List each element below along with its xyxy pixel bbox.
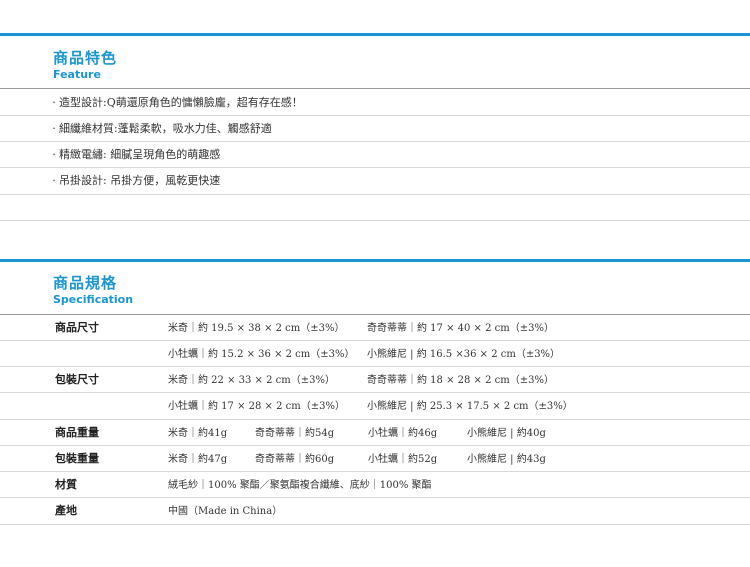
spec-heading: 商品規格 Specification bbox=[53, 274, 133, 307]
spec-cell: 小牡蠣｜約 15.2 × 36 × 2 cm（±3%） bbox=[168, 349, 355, 360]
spec-cell: 小熊維尼 | 約 25.3 × 17.5 × 2 cm（±3%） bbox=[367, 401, 573, 412]
spec-label-material: 材質 bbox=[55, 478, 77, 491]
spec-cell: 奇奇蒂蒂｜約54g bbox=[255, 428, 335, 439]
feature-item: · 細纖維材質:蓬鬆柔軟，吸水力佳、觸感舒適 bbox=[52, 122, 272, 135]
spec-cell: 絨毛紗｜100% 聚酯／聚氨酯複合纖維、底紗｜100% 聚酯 bbox=[168, 480, 432, 491]
divider bbox=[0, 141, 750, 142]
feature-top-bar bbox=[0, 33, 750, 36]
feature-subtitle: Feature bbox=[53, 68, 101, 81]
spec-cell: 小牡蠣｜約46g bbox=[368, 428, 438, 439]
feature-item: · 吊掛設計: 吊掛方便，風乾更快速 bbox=[52, 174, 221, 187]
divider bbox=[0, 340, 750, 341]
spec-label-package-size: 包裝尺寸 bbox=[55, 373, 99, 386]
divider bbox=[0, 366, 750, 367]
divider bbox=[0, 419, 750, 420]
spec-top-bar bbox=[0, 259, 750, 262]
spec-cell: 奇奇蒂蒂｜約 17 × 40 × 2 cm（±3%） bbox=[367, 323, 554, 334]
divider bbox=[0, 524, 750, 525]
spec-cell: 米奇｜約47g bbox=[168, 454, 228, 465]
feature-heading: 商品特色 Feature bbox=[53, 49, 117, 82]
spec-cell: 米奇｜約 22 × 33 × 2 cm（±3%） bbox=[168, 375, 335, 386]
divider bbox=[0, 167, 750, 168]
divider bbox=[0, 445, 750, 446]
divider bbox=[0, 220, 750, 221]
spec-cell: 小牡蠣｜約 17 × 28 × 2 cm（±3%） bbox=[168, 401, 345, 412]
feature-title: 商品特色 bbox=[53, 49, 118, 67]
divider bbox=[0, 392, 750, 393]
spec-cell: 奇奇蒂蒂｜約 18 × 28 × 2 cm（±3%） bbox=[367, 375, 554, 386]
spec-label-package-weight: 包裝重量 bbox=[55, 452, 99, 465]
divider bbox=[0, 471, 750, 472]
spec-cell: 小牡蠣｜約52g bbox=[368, 454, 438, 465]
spec-label-product-weight: 商品重量 bbox=[55, 426, 99, 439]
spec-cell: 米奇｜約41g bbox=[168, 428, 228, 439]
spec-label-product-size: 商品尺寸 bbox=[55, 321, 99, 334]
spec-title: 商品規格 bbox=[53, 274, 118, 292]
divider bbox=[0, 314, 750, 315]
feature-item: · 精緻電繡: 細膩呈現角色的萌趣感 bbox=[52, 148, 221, 161]
divider bbox=[0, 497, 750, 498]
feature-item: · 造型設計:Q萌還原角色的慵懶臉龐，超有存在感！ bbox=[52, 96, 303, 109]
spec-cell: 小熊維尼 | 約43g bbox=[467, 454, 546, 465]
divider bbox=[0, 194, 750, 195]
spec-cell: 米奇｜約 19.5 × 38 × 2 cm（±3%） bbox=[168, 323, 345, 334]
divider bbox=[0, 88, 750, 89]
divider bbox=[0, 115, 750, 116]
spec-cell: 奇奇蒂蒂｜約60g bbox=[255, 454, 335, 465]
spec-cell: 中國（Made in China） bbox=[168, 506, 283, 517]
spec-cell: 小熊維尼 | 約40g bbox=[467, 428, 546, 439]
spec-label-origin: 產地 bbox=[55, 504, 77, 517]
spec-subtitle: Specification bbox=[53, 293, 134, 306]
spec-cell: 小熊維尼 | 約 16.5 ×36 × 2 cm（±3%） bbox=[367, 349, 561, 360]
